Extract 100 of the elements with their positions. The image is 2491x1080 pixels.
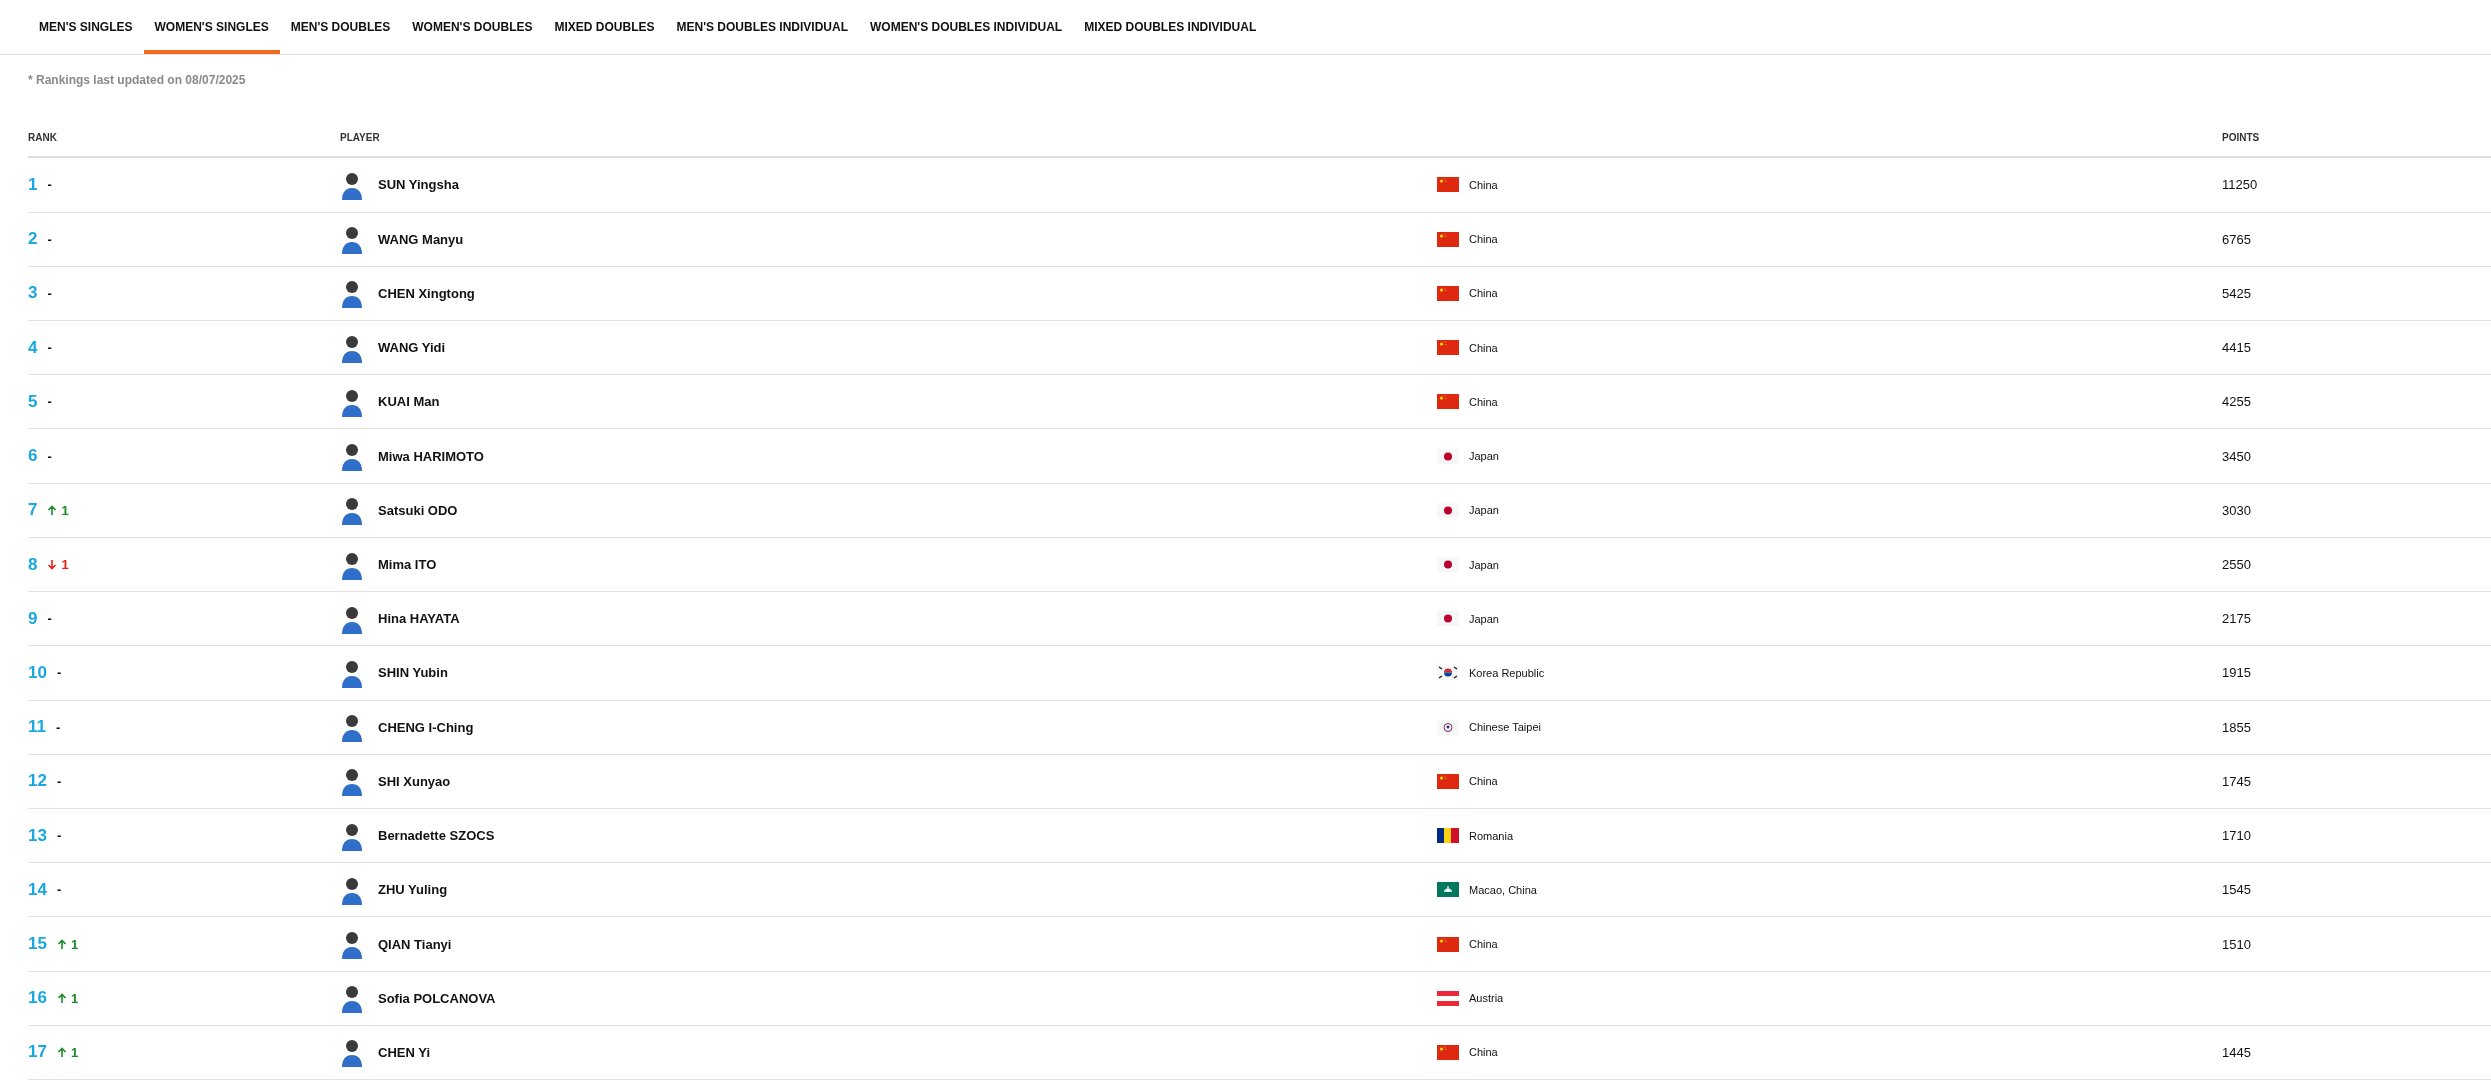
arrow-up-icon <box>56 1047 67 1058</box>
player-name[interactable]: WANG Manyu <box>378 231 464 247</box>
arrow-up-icon <box>56 992 67 1004</box>
category-tab[interactable]: MIXED DOUBLES INDIVIDUAL <box>1073 0 1268 55</box>
player-name[interactable]: Sofia POLCANOVA <box>378 990 496 1006</box>
country-name: China <box>1469 179 1498 191</box>
rank-change: - <box>47 448 52 464</box>
column-header: POINTS <box>2222 131 2261 143</box>
rank-change: - <box>47 231 52 247</box>
player-name[interactable]: Bernadette SZOCS <box>378 828 495 844</box>
player-name[interactable]: SUN Yingsha <box>378 177 459 193</box>
arrow-up-icon <box>47 504 58 516</box>
flag-icon <box>1437 340 1459 356</box>
rank-change: - <box>56 882 62 898</box>
country-name: Macao, China <box>1469 883 1537 896</box>
arrow-up-icon <box>56 938 67 950</box>
rank-change: - <box>56 719 61 735</box>
category-tab[interactable]: MEN'S SINGLES <box>28 0 144 55</box>
player-name[interactable]: QIAN Tianyi <box>378 936 452 952</box>
rank-change: 1 <box>70 1045 79 1060</box>
player-name[interactable]: Satsuki ODO <box>378 502 458 518</box>
flag-icon <box>1437 1045 1459 1060</box>
points-value: 4255 <box>2222 394 2251 410</box>
flag-icon <box>1437 231 1459 247</box>
rank-number: 8 <box>28 554 38 575</box>
country-name: China <box>1469 938 1498 951</box>
flag-icon <box>1437 936 1459 952</box>
country-name: China <box>1469 775 1498 788</box>
player-avatar-icon <box>340 712 364 743</box>
rank-change: 1 <box>61 502 69 518</box>
points-value: 1745 <box>2222 773 2251 789</box>
player-name[interactable]: Miwa HARIMOTO <box>378 448 484 464</box>
player-name[interactable]: SHIN Yubin <box>378 665 448 681</box>
rank-change: 1 <box>70 990 79 1006</box>
player-avatar-icon <box>340 983 364 1014</box>
rank-change: - <box>56 773 62 789</box>
column-header: PLAYER <box>340 131 381 143</box>
flag-icon <box>1437 502 1459 518</box>
category-tab[interactable]: WOMEN'S DOUBLES INDIVIDUAL <box>859 0 1074 55</box>
player-avatar-icon <box>340 170 364 200</box>
country-name: China <box>1469 287 1498 300</box>
points-value: 1510 <box>2222 936 2251 952</box>
country-name: Chinese Taipei <box>1469 721 1541 734</box>
country-name: China <box>1469 233 1498 246</box>
column-header: RANK <box>28 131 58 143</box>
player-name[interactable]: KUAI Man <box>378 394 440 410</box>
points-value: 6765 <box>2222 231 2251 247</box>
flag-icon <box>1437 448 1459 464</box>
country-name: Japan <box>1469 450 1499 463</box>
player-name[interactable]: ZHU Yuling <box>378 882 448 898</box>
points-value: 2550 <box>2222 557 2251 572</box>
rank-number: 17 <box>28 1042 47 1063</box>
category-tab[interactable]: MEN'S DOUBLES INDIVIDUAL <box>665 0 859 55</box>
country-name: China <box>1469 341 1498 354</box>
category-tab[interactable]: WOMEN'S DOUBLES <box>401 0 544 55</box>
category-tab[interactable]: MEN'S DOUBLES <box>279 0 402 55</box>
flag-icon <box>1437 557 1459 572</box>
player-avatar-icon <box>340 766 364 797</box>
rank-number: 6 <box>28 446 38 467</box>
country-name: China <box>1469 395 1498 408</box>
player-avatar-icon <box>340 278 364 309</box>
rank-number: 13 <box>28 825 47 846</box>
country-name: Japan <box>1469 612 1499 625</box>
player-name[interactable]: SHI Xunyao <box>378 773 451 789</box>
category-tab[interactable]: MIXED DOUBLES <box>543 0 666 55</box>
rank-change: - <box>47 340 52 356</box>
player-avatar-icon <box>340 224 364 255</box>
flag-icon <box>1437 285 1459 301</box>
player-name[interactable]: WANG Yidi <box>378 340 446 356</box>
rank-number: 2 <box>28 229 38 250</box>
country-name: Japan <box>1469 558 1499 571</box>
flag-icon <box>1437 177 1459 193</box>
rank-number: 5 <box>28 391 38 412</box>
rank-number: 9 <box>28 608 38 629</box>
points-value: 11250 <box>2222 177 2258 193</box>
player-avatar-icon <box>340 929 364 960</box>
rankings-note: * Rankings last updated on 08/07/2025 <box>27 72 247 90</box>
player-name[interactable]: Hina HAYATA <box>378 611 460 627</box>
player-avatar-icon <box>340 495 364 526</box>
rank-number: 1 <box>28 175 38 195</box>
country-name: Austria <box>1469 992 1504 1005</box>
rank-number: 12 <box>28 771 47 792</box>
player-name[interactable]: Mima ITO <box>378 557 437 572</box>
rank-change: 1 <box>61 557 69 572</box>
category-tab[interactable]: WOMEN'S SINGLES <box>143 0 280 55</box>
rank-number: 10 <box>28 662 47 683</box>
rank-number: 4 <box>28 337 38 358</box>
points-value: 2175 <box>2222 611 2251 627</box>
player-name[interactable]: CHEN Xingtong <box>378 285 475 301</box>
arrow-down-icon <box>47 559 58 570</box>
country-name: China <box>1469 1046 1498 1059</box>
flag-icon <box>1437 882 1459 898</box>
flag-icon <box>1437 611 1459 627</box>
points-value: 1710 <box>2222 828 2251 844</box>
player-name[interactable]: CHEN Yi <box>378 1045 430 1060</box>
player-name[interactable]: CHENG I-Ching <box>378 719 474 735</box>
rank-number: 15 <box>28 934 47 955</box>
points-value: 1915 <box>2222 665 2251 681</box>
points-value: 1445 <box>2222 1045 2251 1060</box>
points-value: 3450 <box>2222 448 2251 464</box>
